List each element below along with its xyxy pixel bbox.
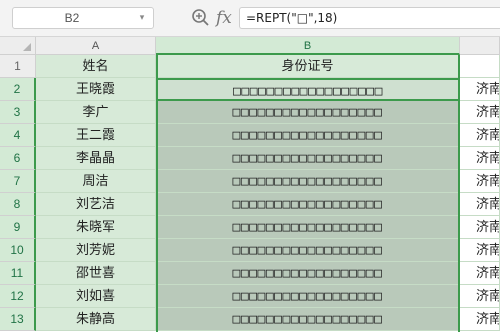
row-header[interactable]: 3 xyxy=(0,101,36,124)
table-cell[interactable] xyxy=(460,55,500,78)
table-cell-id-number[interactable]: □□□□□□□□□□□□□□□□□□ xyxy=(156,262,460,285)
name-box[interactable]: B2 ▾ xyxy=(12,7,154,29)
row-header[interactable]: 11 xyxy=(0,262,36,285)
table-cell-city[interactable]: 济南 xyxy=(460,124,500,147)
row-header[interactable]: 10 xyxy=(0,239,36,262)
table-cell-city[interactable]: 济南 xyxy=(460,308,500,331)
table-cell-name[interactable]: 朱静高 xyxy=(36,308,156,331)
column-header-b[interactable]: B xyxy=(156,37,460,55)
table-cell-name[interactable]: 刘艺洁 xyxy=(36,193,156,216)
row-header[interactable]: 4 xyxy=(0,124,36,147)
table-cell-name[interactable]: 邵世喜 xyxy=(36,262,156,285)
row-header[interactable]: 13 xyxy=(0,308,36,331)
table-header-id-number[interactable]: 身份证号 xyxy=(156,55,460,78)
formula-input[interactable]: =REPT("□",18) xyxy=(239,7,500,29)
row-header[interactable]: 2 xyxy=(0,78,36,101)
row-header[interactable]: 9 xyxy=(0,216,36,239)
select-all-corner[interactable] xyxy=(0,37,36,55)
table-cell-id-number[interactable]: □□□□□□□□□□□□□□□□□□ xyxy=(156,308,460,331)
table-cell-city[interactable]: 济南 xyxy=(460,78,500,101)
table-cell-id-number[interactable]: □□□□□□□□□□□□□□□□□□ xyxy=(156,101,460,124)
table-cell-name[interactable]: 王二霞 xyxy=(36,124,156,147)
table-cell-id-number[interactable]: □□□□□□□□□□□□□□□□□□ xyxy=(156,170,460,193)
table-cell-name[interactable]: 王晓霞 xyxy=(36,78,156,101)
table-cell-id-number[interactable]: □□□□□□□□□□□□□□□□□□ xyxy=(156,124,460,147)
table-cell-city[interactable]: 济南 xyxy=(460,101,500,124)
table-cell-name[interactable]: 李晶晶 xyxy=(36,147,156,170)
table-cell-city[interactable]: 济南 xyxy=(460,285,500,308)
chevron-down-icon[interactable]: ▾ xyxy=(135,8,149,28)
table-cell-id-number[interactable]: □□□□□□□□□□□□□□□□□□ xyxy=(156,147,460,170)
row-header[interactable]: 6 xyxy=(0,147,36,170)
table-cell-city[interactable]: 济南 xyxy=(460,147,500,170)
column-header-c[interactable] xyxy=(460,37,500,55)
table-cell-city[interactable]: 济南 xyxy=(460,239,500,262)
table-cell-name[interactable]: 李广 xyxy=(36,101,156,124)
row-header[interactable]: 7 xyxy=(0,170,36,193)
table-cell-id-number[interactable]: □□□□□□□□□□□□□□□□□□ xyxy=(156,216,460,239)
column-header-a[interactable]: A xyxy=(36,37,156,55)
table-cell-city[interactable]: 济南 xyxy=(460,170,500,193)
active-cell-id-number[interactable]: □□□□□□□□□□□□□□□□□□ xyxy=(156,78,460,101)
row-header[interactable]: 1 xyxy=(0,55,36,78)
table-cell-city[interactable]: 济南 xyxy=(460,262,500,285)
name-box-value: B2 xyxy=(64,11,80,25)
table-cell-id-number[interactable]: □□□□□□□□□□□□□□□□□□ xyxy=(156,285,460,308)
zoom-icon[interactable] xyxy=(191,8,211,28)
table-cell-id-number[interactable]: □□□□□□□□□□□□□□□□□□ xyxy=(156,193,460,216)
table-header-name[interactable]: 姓名 xyxy=(36,55,156,78)
formula-bar: B2 ▾ fx =REPT("□",18) xyxy=(0,0,500,37)
row-header[interactable]: 12 xyxy=(0,285,36,308)
table-cell-name[interactable]: 刘如喜 xyxy=(36,285,156,308)
row-header[interactable]: 8 xyxy=(0,193,36,216)
table-cell-city[interactable]: 济南 xyxy=(460,193,500,216)
table-cell-name[interactable]: 刘芳妮 xyxy=(36,239,156,262)
table-cell-city[interactable]: 济南 xyxy=(460,216,500,239)
table-cell-name[interactable]: 朱晓军 xyxy=(36,216,156,239)
table-cell-name[interactable]: 周洁 xyxy=(36,170,156,193)
table-cell-id-number[interactable]: □□□□□□□□□□□□□□□□□□ xyxy=(156,239,460,262)
fx-icon[interactable]: fx xyxy=(216,6,232,30)
